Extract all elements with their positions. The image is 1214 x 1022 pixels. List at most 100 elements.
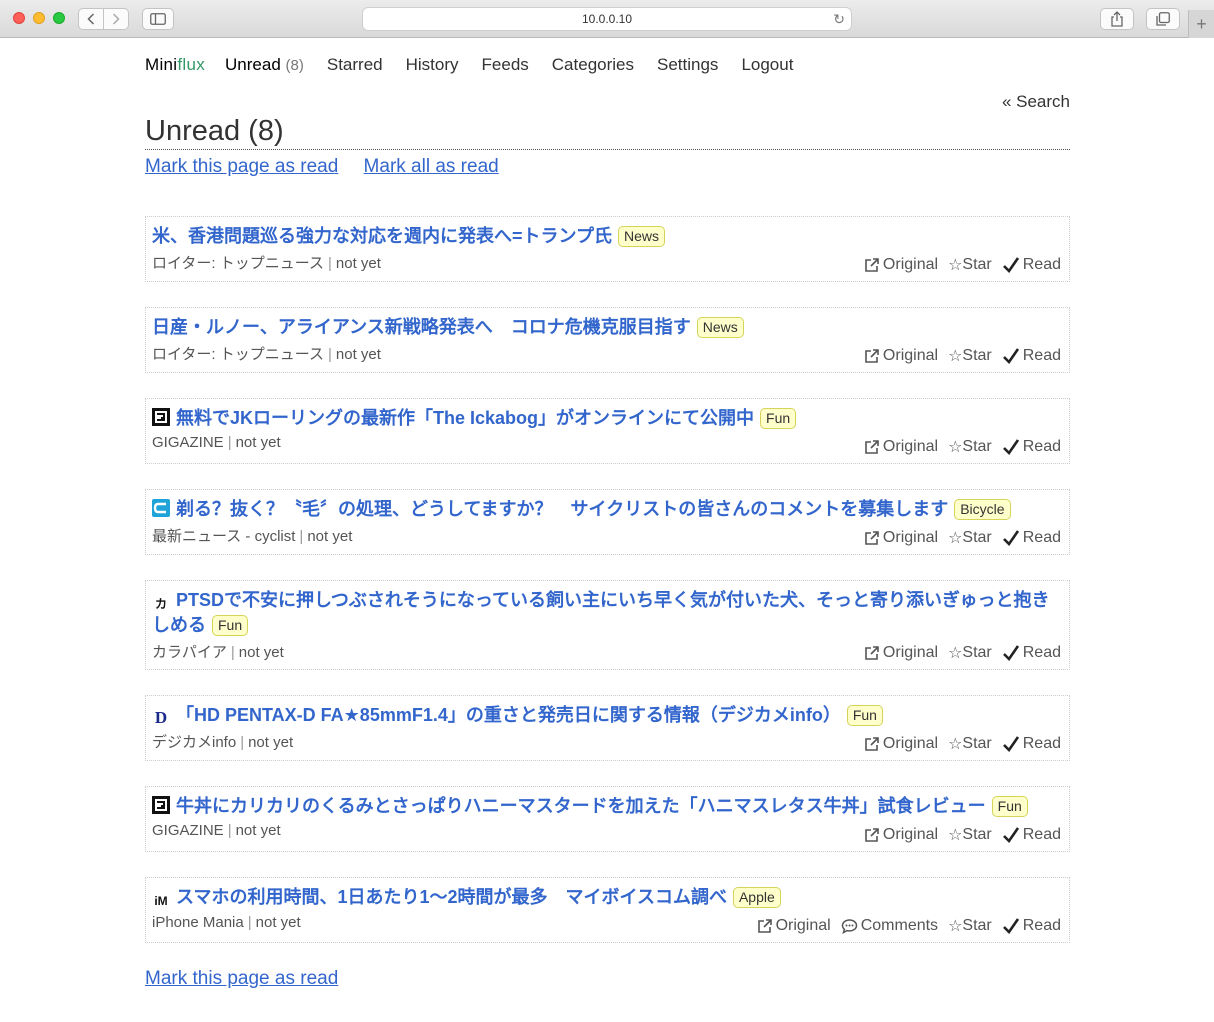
address-bar[interactable]: 10.0.0.10 ↻ xyxy=(362,7,852,31)
feed-link[interactable]: カラパイア xyxy=(152,644,227,661)
menu-categories[interactable]: Categories xyxy=(552,55,634,75)
original-link[interactable]: Original xyxy=(864,256,938,274)
original-link[interactable]: Original xyxy=(864,529,938,547)
entry-title-link[interactable]: スマホの利用時間、1日あたり1〜2時間が最多 マイボイスコム調べ xyxy=(176,887,727,907)
entry-title-link[interactable]: 日産・ルノー、アライアンス新戦略発表へ コロナ危機克服目指す xyxy=(152,317,691,337)
miniflux-logo[interactable]: Miniflux xyxy=(145,55,205,75)
category-badge[interactable]: Fun xyxy=(760,408,797,429)
entry-title-link[interactable]: 米、香港問題巡る強力な対応を週内に発表へ=トランプ氏 xyxy=(152,226,612,246)
entry-date: not yet xyxy=(235,434,281,451)
bottom-page-actions: Mark this page as read xyxy=(145,968,1070,990)
star-button[interactable]: ☆ Star xyxy=(948,916,992,936)
star-button[interactable]: ☆ Star xyxy=(948,825,992,845)
back-button[interactable] xyxy=(78,8,104,30)
minimize-window-button[interactable] xyxy=(33,12,45,24)
iphonemania-icon: iM xyxy=(154,894,168,908)
entry-date: not yet xyxy=(235,822,281,839)
mark-read-button[interactable]: Read xyxy=(1002,735,1061,753)
category-badge[interactable]: Fun xyxy=(846,705,883,726)
check-icon xyxy=(1002,645,1019,662)
check-icon xyxy=(1002,439,1019,456)
star-button[interactable]: ☆ Star xyxy=(948,643,992,663)
mark-all-read-link[interactable]: Mark all as read xyxy=(364,156,499,177)
entry-title: 牛丼にカリカリのくるみとさっぱりハニーマスタードを加えた「ハニマスレタス牛丼」試… xyxy=(152,794,1063,818)
category-badge[interactable]: Fun xyxy=(991,796,1028,817)
category-badge[interactable]: Apple xyxy=(732,887,781,908)
plus-icon: + xyxy=(1196,13,1207,34)
entry-title: 無料でJKローリングの最新作「The Ickabog」がオンラインにて公開中 Fu… xyxy=(152,406,1063,430)
star-icon: ☆ xyxy=(948,736,963,753)
entry-item: D 「HD PENTAX-D FA★85mmF1.4」の重さと発売日に関する情報（… xyxy=(145,695,1070,761)
category-badge[interactable]: News xyxy=(696,317,744,338)
mark-read-button[interactable]: Read xyxy=(1002,347,1061,365)
menu-settings[interactable]: Settings xyxy=(657,55,718,75)
entry-item: 米、香港問題巡る強力な対応を週内に発表へ=トランプ氏 News ロイター: トップ… xyxy=(145,216,1070,282)
menu-unread[interactable]: Unread (8) xyxy=(225,55,304,75)
menu-logout[interactable]: Logout xyxy=(741,55,793,75)
category-badge[interactable]: Fun xyxy=(212,615,249,636)
bottom-mark-page-read-link[interactable]: Mark this page as read xyxy=(145,968,338,989)
star-button[interactable]: ☆ Star xyxy=(948,437,992,457)
maximize-window-button[interactable] xyxy=(53,12,65,24)
entry-title-link[interactable]: 「HD PENTAX-D FA★85mmF1.4」の重さと発売日に関する情報（デ… xyxy=(176,705,841,725)
external-link-icon xyxy=(865,828,879,842)
original-link[interactable]: Original xyxy=(864,735,938,753)
mark-read-button[interactable]: Read xyxy=(1002,529,1061,547)
entry-title-link[interactable]: PTSDで不安に押しつぶされそうになっている飼い主にいち早く気が付いた犬、そっと… xyxy=(152,590,1049,635)
feed-link[interactable]: ロイター: トップニュース xyxy=(152,255,324,272)
feed-link[interactable]: 最新ニュース - cyclist xyxy=(152,528,295,545)
comment-icon xyxy=(841,919,857,934)
entry-title: 剃る？抜く？〝毛〞の処理、どうしてますか？ サイクリストの皆さんのコメントを募集… xyxy=(152,497,1063,521)
mark-read-button[interactable]: Read xyxy=(1002,917,1061,935)
star-button[interactable]: ☆ Star xyxy=(948,346,992,366)
feed-link[interactable]: GIGAZINE xyxy=(152,434,224,451)
category-badge[interactable]: Bicycle xyxy=(954,499,1011,520)
comments-link[interactable]: Comments xyxy=(841,917,938,935)
mark-read-button[interactable]: Read xyxy=(1002,644,1061,662)
menu-feeds[interactable]: Feeds xyxy=(482,55,529,75)
entry-title-link[interactable]: 牛丼にカリカリのくるみとさっぱりハニーマスタードを加えた「ハニマスレタス牛丼」試… xyxy=(176,796,986,816)
star-button[interactable]: ☆ Star xyxy=(948,734,992,754)
original-link[interactable]: Original xyxy=(864,826,938,844)
entry-title-link[interactable]: 剃る？抜く？〝毛〞の処理、どうしてますか？ サイクリストの皆さんのコメントを募集… xyxy=(176,499,948,519)
show-tabs-button[interactable] xyxy=(1146,8,1180,30)
mark-read-button[interactable]: Read xyxy=(1002,438,1061,456)
sidebar-toggle-button[interactable] xyxy=(142,8,174,30)
search-toggle-link[interactable]: « Search xyxy=(1002,92,1070,112)
feed-link[interactable]: GIGAZINE xyxy=(152,822,224,839)
menu-starred[interactable]: Starred xyxy=(327,55,383,75)
chevron-right-icon xyxy=(112,13,120,25)
new-tab-button[interactable]: + xyxy=(1188,10,1214,38)
entry-date: not yet xyxy=(238,644,284,661)
external-link-icon xyxy=(865,440,879,454)
menu-history[interactable]: History xyxy=(406,55,459,75)
feed-link[interactable]: デジカメinfo xyxy=(152,734,236,751)
entry-item: カ PTSDで不安に押しつぶされそうになっている飼い主にいち早く気が付いた犬、そっ… xyxy=(145,580,1070,670)
original-link[interactable]: Original xyxy=(864,347,938,365)
check-icon xyxy=(1002,348,1019,365)
digicame-icon: D xyxy=(154,708,168,727)
mark-read-button[interactable]: Read xyxy=(1002,826,1061,844)
external-link-icon xyxy=(865,531,879,545)
mark-page-read-link[interactable]: Mark this page as read xyxy=(145,156,338,177)
star-icon: ☆ xyxy=(948,530,963,547)
mark-read-button[interactable]: Read xyxy=(1002,256,1061,274)
forward-button[interactable] xyxy=(103,8,129,30)
star-icon: ☆ xyxy=(948,257,963,274)
close-window-button[interactable] xyxy=(13,12,25,24)
original-link[interactable]: Original xyxy=(864,644,938,662)
share-button[interactable] xyxy=(1100,8,1134,30)
original-link[interactable]: Original xyxy=(757,917,831,935)
entry-item: 剃る？抜く？〝毛〞の処理、どうしてますか？ サイクリストの皆さんのコメントを募集… xyxy=(145,489,1070,555)
star-button[interactable]: ☆ Star xyxy=(948,255,992,275)
entry-date: not yet xyxy=(248,734,294,751)
feed-link[interactable]: ロイター: トップニュース xyxy=(152,346,324,363)
category-badge[interactable]: News xyxy=(617,226,665,247)
cyclist-icon xyxy=(152,499,170,517)
feed-link[interactable]: iPhone Mania xyxy=(152,914,244,931)
entry-item: 日産・ルノー、アライアンス新戦略発表へ コロナ危機克服目指す News ロイター:… xyxy=(145,307,1070,373)
entry-title-link[interactable]: 無料でJKローリングの最新作「The Ickabog」がオンラインにて公開中 xyxy=(176,408,754,428)
star-button[interactable]: ☆ Star xyxy=(948,528,992,548)
reload-icon[interactable]: ↻ xyxy=(833,11,845,28)
original-link[interactable]: Original xyxy=(864,438,938,456)
